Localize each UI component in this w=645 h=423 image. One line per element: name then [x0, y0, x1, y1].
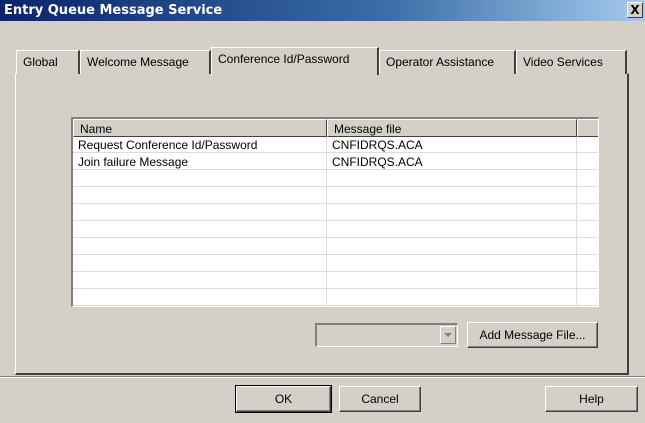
tab-label: Welcome Message [87, 55, 189, 69]
tab-operator-assistance[interactable]: Operator Assistance [379, 50, 516, 74]
empty-row [73, 273, 598, 289]
footer-separator [0, 376, 645, 378]
list-header: Name Message file [73, 119, 598, 137]
tab-label: Video Services [523, 55, 603, 69]
empty-row [73, 188, 598, 204]
tab-welcome-message[interactable]: Welcome Message [80, 50, 211, 74]
tab-global[interactable]: Global [16, 50, 80, 74]
column-header-filler [577, 119, 598, 137]
column-header-message-file[interactable]: Message file [327, 119, 577, 137]
column-header-name[interactable]: Name [73, 119, 327, 137]
message-list[interactable]: Name Message file Request Conference Id/… [71, 117, 599, 307]
cell-name: Request Conference Id/Password [78, 138, 258, 152]
help-button[interactable]: Help [545, 386, 638, 412]
tab-label: Global [23, 55, 58, 69]
empty-row [73, 290, 598, 306]
empty-row [73, 222, 598, 238]
table-row[interactable]: Request Conference Id/Password CNFIDRQS.… [73, 137, 598, 153]
add-message-file-button[interactable]: Add Message File... [467, 322, 598, 348]
empty-row [73, 239, 598, 255]
combo-dropdown-button[interactable] [440, 326, 456, 344]
tab-conference-id-password[interactable]: Conference Id/Password [211, 47, 379, 75]
empty-row [73, 171, 598, 187]
tab-label: Conference Id/Password [218, 52, 350, 66]
close-button[interactable]: X [627, 2, 643, 18]
empty-row [73, 256, 598, 272]
cell-name: Join failure Message [78, 155, 189, 169]
table-row[interactable]: Join failure Message CNFIDRQS.ACA [73, 154, 598, 170]
ok-button[interactable]: OK [235, 385, 332, 413]
empty-row [73, 205, 598, 221]
window-title: Entry Queue Message Service [4, 3, 223, 18]
close-icon: X [630, 3, 640, 17]
cell-message-file: CNFIDRQS.ACA [332, 155, 423, 169]
window-titlebar: Entry Queue Message Service X [0, 0, 645, 21]
tab-video-services[interactable]: Video Services [516, 50, 627, 74]
message-file-combo[interactable] [315, 323, 458, 347]
chevron-down-icon [444, 332, 452, 337]
tab-label: Operator Assistance [386, 55, 495, 69]
cell-message-file: CNFIDRQS.ACA [332, 138, 423, 152]
cancel-button[interactable]: Cancel [339, 386, 421, 412]
